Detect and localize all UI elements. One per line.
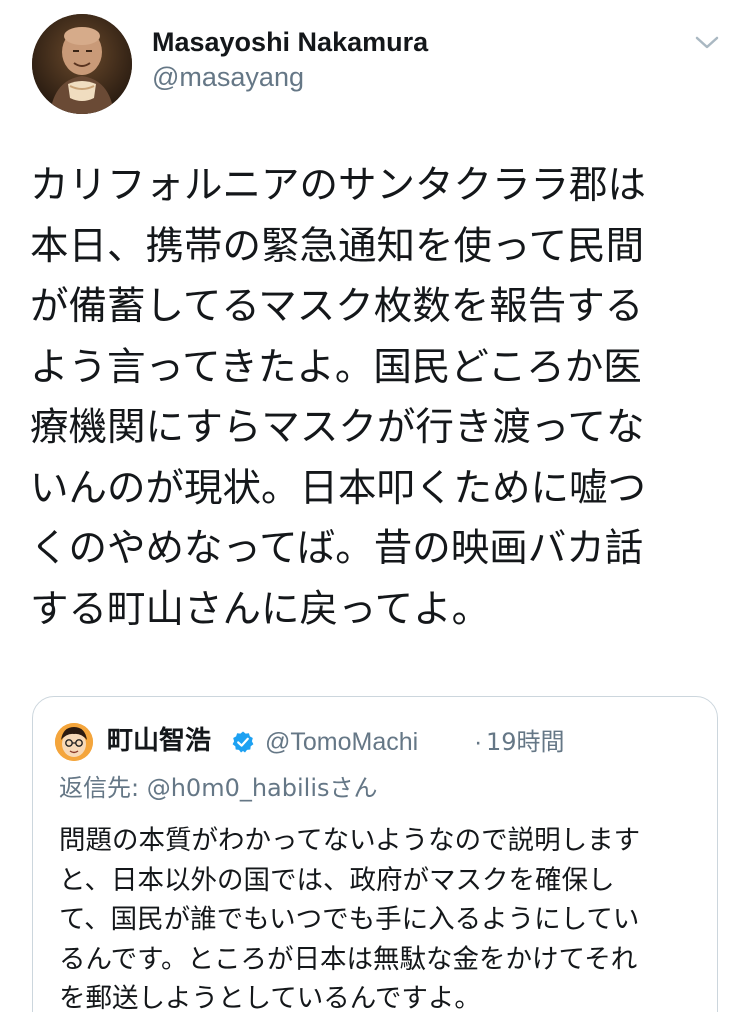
verified-badge-icon [231, 730, 255, 754]
chevron-down-icon[interactable] [692, 30, 722, 54]
tweet-text-line: 本日、携帯の緊急通知を使って民間 [30, 223, 645, 269]
tweet: Masayoshi Nakamura @masayang カリフォルニアのサンタ… [0, 0, 750, 1012]
tweet-text-line: くのやめなってば。昔の映画バカ話 [30, 526, 644, 571]
quoted-author-handle[interactable]: @TomoMachi [265, 725, 418, 759]
tweet-text-line: よう言ってきたよ。国民どころか医 [30, 344, 642, 390]
author-names: Masayoshi Nakamura @masayang [152, 26, 428, 94]
user-avatar-icon [32, 14, 132, 114]
separator-dot: · [474, 728, 483, 756]
reply-to-label: 返信先: @h0m0_habilisさん [59, 774, 378, 802]
author-display-name[interactable]: Masayoshi Nakamura [152, 26, 428, 58]
quoted-tweet-text: 問題の本質がわかってないようなので説明します と、日本以外の国では、政府がマスク… [59, 821, 699, 1012]
quoted-tweet-timestamp[interactable]: 19時間 [486, 725, 565, 759]
user-avatar-icon [55, 723, 93, 761]
quoted-tweet-text-line: 問題の本質がわかってないようなので説明します [59, 825, 641, 856]
tweet-text-line: する町山さんに戻ってよ。 [30, 586, 491, 632]
tweet-header: Masayoshi Nakamura @masayang [32, 14, 722, 114]
tweet-text-line: が備蓄してるマスク枚数を報告する [30, 284, 644, 329]
tweet-text-line: いんのが現状。日本叩くために嘘つ [30, 465, 647, 511]
quoted-tweet-text-line: を郵送しようとしているんですよ。 [59, 983, 481, 1012]
quoted-author-display-name[interactable]: 町山智浩 [107, 723, 211, 759]
author-avatar[interactable] [32, 14, 132, 114]
author-handle[interactable]: @masayang [152, 60, 428, 94]
quoted-tweet-text-line: と、日本以外の国では、政府がマスクを確保し [59, 864, 615, 896]
quoted-tweet-card[interactable]: 町山智浩 @TomoMachi · 19時間 返信先: @h0m0_habili… [32, 696, 718, 1012]
quoted-tweet-text-line: て、国民が誰でもいつでも手に入るようにしてい [59, 904, 640, 935]
tweet-text-line: カリフォルニアのサンタクララ郡は [30, 163, 647, 208]
tweet-text-line: 療機関にすらマスクが行き渡ってな [30, 405, 645, 450]
tweet-text: カリフォルニアのサンタクララ郡は 本日、携帯の緊急通知を使って民間 が備蓄してる… [30, 156, 730, 640]
quoted-author-avatar[interactable] [55, 723, 93, 761]
quoted-tweet-text-line: るんです。ところが日本は無駄な金をかけてそれ [59, 943, 638, 975]
